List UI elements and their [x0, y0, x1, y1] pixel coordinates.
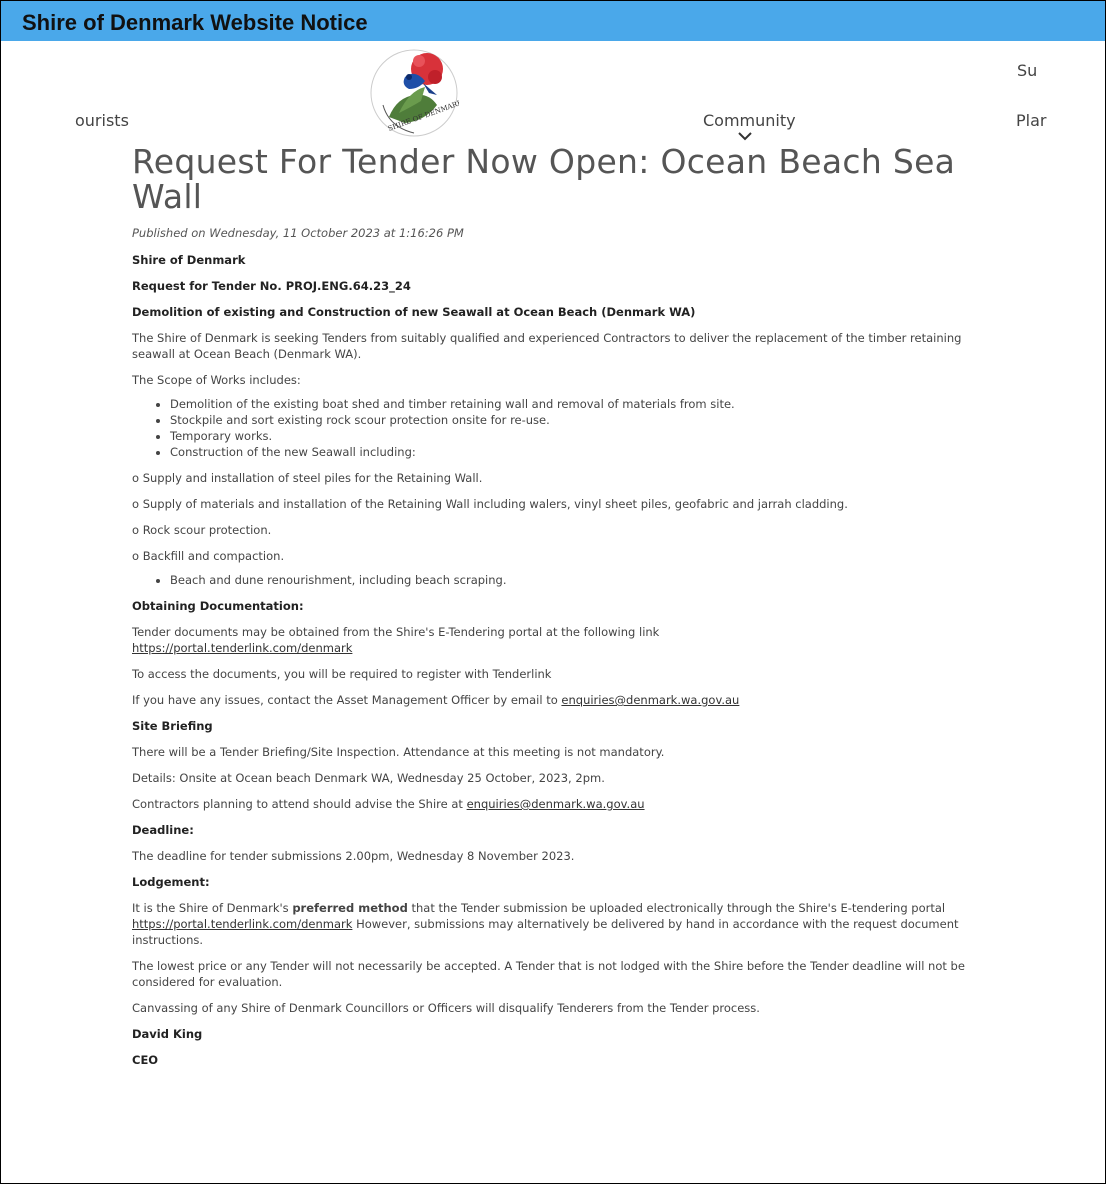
- nav-item-planning[interactable]: Plar: [1016, 111, 1046, 130]
- list-item: Demolition of the existing boat shed and…: [170, 396, 1002, 412]
- sub-item: o Backfill and compaction.: [132, 549, 285, 563]
- signatory-role: CEO: [132, 1053, 159, 1067]
- list-item: Temporary works.: [170, 428, 1002, 444]
- sub-item: o Supply and installation of steel piles…: [132, 471, 483, 485]
- article: Request For Tender Now Open: Ocean Beach…: [132, 144, 1002, 1078]
- register-text: To access the documents, you will be req…: [132, 667, 552, 681]
- doc-text: Tender documents may be obtained from th…: [132, 624, 1002, 656]
- attend-text: Contractors planning to attend should ad…: [132, 796, 1002, 812]
- scope-list-end: Beach and dune renourishment, including …: [132, 572, 1002, 588]
- lowest-text: The lowest price or any Tender will not …: [132, 959, 965, 989]
- published-date: Published on Wednesday, 11 October 2023 …: [132, 226, 464, 240]
- deadline-text: The deadline for tender submissions 2.00…: [132, 849, 575, 863]
- nav-item-top-right[interactable]: Su: [1017, 61, 1037, 80]
- signatory-name: David King: [132, 1027, 203, 1041]
- briefing-heading: Site Briefing: [132, 719, 213, 733]
- lodge-bold: preferred method: [292, 901, 408, 915]
- lodgement-heading: Lodgement:: [132, 875, 210, 889]
- intro-text: The Shire of Denmark is seeking Tenders …: [132, 331, 962, 361]
- scope-heading: The Scope of Works includes:: [132, 373, 301, 387]
- page-title: Request For Tender Now Open: Ocean Beach…: [132, 142, 956, 216]
- tender-subject: Demolition of existing and Construction …: [132, 305, 696, 319]
- sub-item: o Supply of materials and installation o…: [132, 497, 848, 511]
- page-frame: Shire of Denmark Website Notice ourists …: [0, 0, 1106, 1184]
- canvass-text: Canvassing of any Shire of Denmark Counc…: [132, 1001, 760, 1015]
- portal-link[interactable]: https://portal.tenderlink.com/denmark: [132, 641, 352, 655]
- nav-item-community[interactable]: Community: [703, 111, 796, 130]
- lodge-pre: It is the Shire of Denmark's: [132, 901, 289, 915]
- portal-link[interactable]: https://portal.tenderlink.com/denmark: [132, 917, 352, 931]
- rft-number: Request for Tender No. PROJ.ENG.64.23_24: [132, 279, 411, 293]
- email-link[interactable]: enquiries@denmark.wa.gov.au: [561, 693, 739, 707]
- list-item: Beach and dune renourishment, including …: [170, 572, 1002, 588]
- notice-title: Shire of Denmark Website Notice: [22, 10, 368, 35]
- lodge-mid: that the Tender submission be uploaded e…: [411, 901, 946, 915]
- attend-label: Contractors planning to attend should ad…: [132, 797, 463, 811]
- nav-item-tourists[interactable]: ourists: [75, 111, 129, 130]
- lodgement-text: It is the Shire of Denmark's preferred m…: [132, 900, 1002, 948]
- chevron-down-icon[interactable]: [738, 132, 752, 141]
- notice-bar: Shire of Denmark Website Notice: [1, 1, 1105, 41]
- issues-text: If you have any issues, contact the Asse…: [132, 692, 1002, 708]
- deadline-heading: Deadline:: [132, 823, 194, 837]
- scope-list: Demolition of the existing boat shed and…: [132, 396, 1002, 460]
- email-link[interactable]: enquiries@denmark.wa.gov.au: [467, 797, 645, 811]
- briefing-details: Details: Onsite at Ocean beach Denmark W…: [132, 771, 605, 785]
- shire-logo[interactable]: SHIRE OF DENMARK: [369, 47, 459, 139]
- list-item: Construction of the new Seawall includin…: [170, 444, 1002, 460]
- doc-text-label: Tender documents may be obtained from th…: [132, 625, 660, 639]
- issues-label: If you have any issues, contact the Asse…: [132, 693, 558, 707]
- sub-item: o Rock scour protection.: [132, 523, 272, 537]
- doc-heading: Obtaining Documentation:: [132, 599, 304, 613]
- list-item: Stockpile and sort existing rock scour p…: [170, 412, 1002, 428]
- briefing-text: There will be a Tender Briefing/Site Ins…: [132, 745, 665, 759]
- org-name: Shire of Denmark: [132, 253, 246, 267]
